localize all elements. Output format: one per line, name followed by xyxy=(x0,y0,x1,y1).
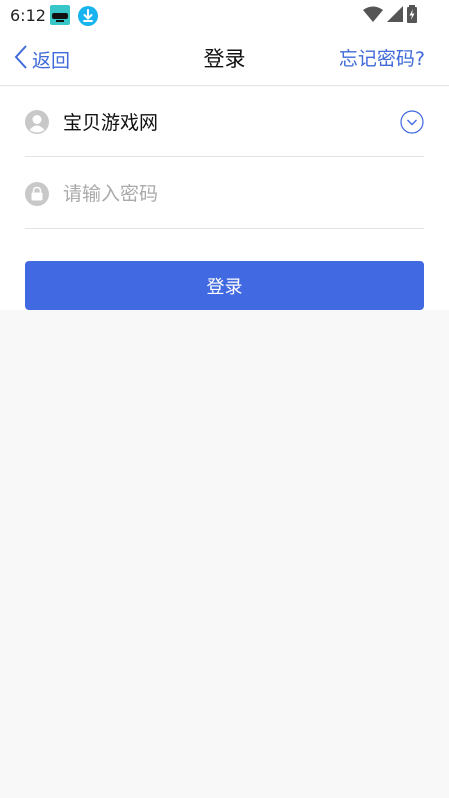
download-icon xyxy=(78,6,98,26)
nav-bar: 返回 登录 忘记密码? xyxy=(0,32,449,86)
status-time: 6:12 xyxy=(10,6,46,25)
password-row xyxy=(25,159,424,229)
login-form: 宝贝游戏网 登录 xyxy=(0,87,449,310)
battery-charging-icon xyxy=(407,5,417,27)
account-dropdown-button[interactable] xyxy=(400,109,424,134)
forgot-password-link[interactable]: 忘记密码? xyxy=(339,44,425,74)
app-notification-icon xyxy=(50,5,70,25)
lock-icon xyxy=(25,181,49,206)
username-field[interactable]: 宝贝游戏网 xyxy=(63,108,400,135)
wifi-icon xyxy=(363,6,383,26)
password-input[interactable] xyxy=(63,182,424,205)
login-button[interactable]: 登录 xyxy=(25,261,424,310)
username-row: 宝贝游戏网 xyxy=(25,87,424,157)
login-screen: 6:12 返回 登录 忘记密码? 宝贝游戏网 登录 xyxy=(0,0,449,798)
cellular-signal-icon xyxy=(387,6,403,26)
status-icons xyxy=(363,5,417,27)
user-avatar-icon xyxy=(25,109,49,134)
status-bar: 6:12 xyxy=(0,0,449,32)
